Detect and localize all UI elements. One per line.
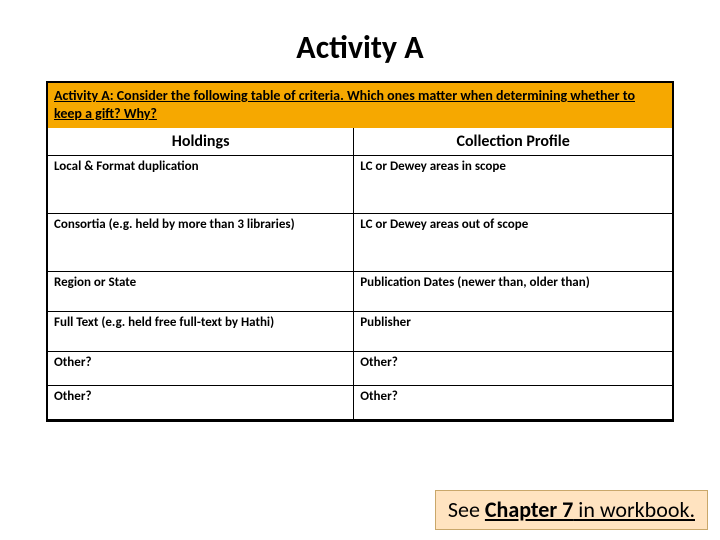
footer-chapter: Chapter 7 (485, 496, 573, 523)
cell-profile: LC or Dewey areas in scope (354, 156, 672, 214)
table-row: Full Text (e.g. held free full-text by H… (48, 312, 672, 352)
table-row: Other? Other? (48, 386, 672, 420)
cell-profile: Other? (354, 352, 672, 386)
table-row: Region or State Publication Dates (newer… (48, 272, 672, 312)
footer-post: in workbook. (573, 496, 695, 523)
activity-prompt: Activity A: Consider the following table… (48, 83, 672, 128)
footer-pre: See (448, 496, 485, 523)
criteria-table: Activity A: Consider the following table… (46, 81, 674, 422)
cell-holdings: Consortia (e.g. held by more than 3 libr… (48, 214, 354, 272)
page-title: Activity A (0, 0, 720, 81)
cell-profile: Publisher (354, 312, 672, 352)
header-collection-profile: Collection Profile (354, 128, 672, 156)
table-row: Consortia (e.g. held by more than 3 libr… (48, 214, 672, 272)
cell-holdings: Other? (48, 352, 354, 386)
header-holdings: Holdings (48, 128, 354, 156)
cell-profile: Publication Dates (newer than, older tha… (354, 272, 672, 312)
table-row: Other? Other? (48, 352, 672, 386)
cell-holdings: Region or State (48, 272, 354, 312)
cell-holdings: Local & Format duplication (48, 156, 354, 214)
footer-callout: See Chapter 7 in workbook. (435, 490, 708, 530)
cell-holdings: Full Text (e.g. held free full-text by H… (48, 312, 354, 352)
cell-holdings: Other? (48, 386, 354, 420)
criteria-grid: Holdings Collection Profile Local & Form… (48, 128, 672, 420)
cell-profile: LC or Dewey areas out of scope (354, 214, 672, 272)
table-row: Local & Format duplication LC or Dewey a… (48, 156, 672, 214)
cell-profile: Other? (354, 386, 672, 420)
header-row: Holdings Collection Profile (48, 128, 672, 156)
